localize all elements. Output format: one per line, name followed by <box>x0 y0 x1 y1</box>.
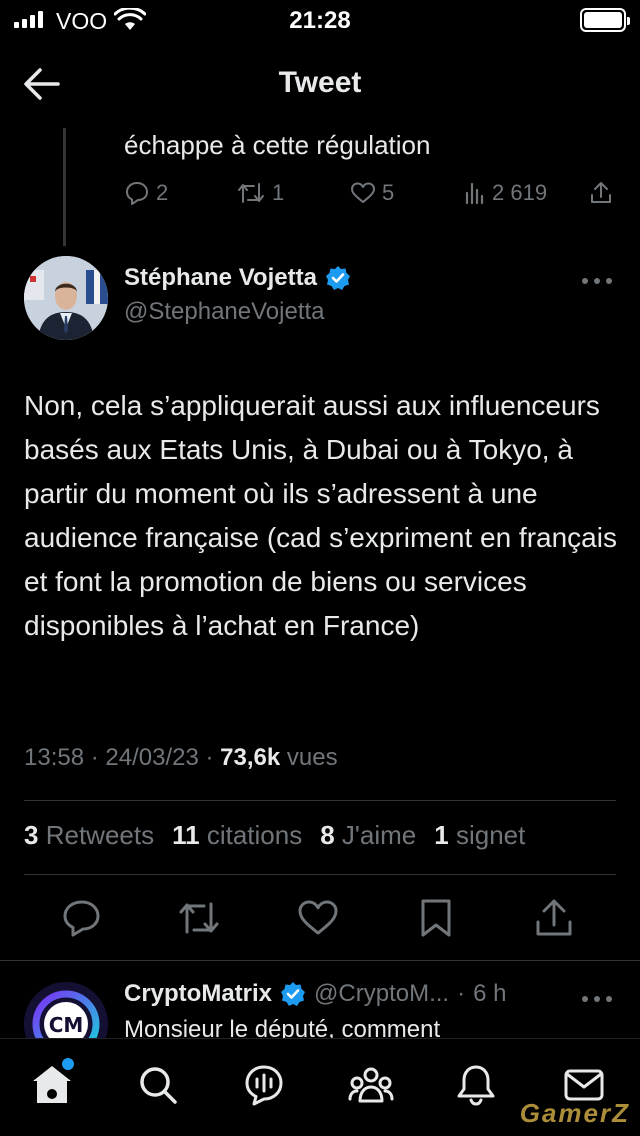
reply-icon <box>126 182 148 205</box>
status-time: 21:28 <box>289 7 351 34</box>
bookmark-icon <box>421 899 451 937</box>
reply-button[interactable] <box>60 896 104 940</box>
more-dot <box>582 996 588 1002</box>
home-notification-dot <box>62 1058 74 1070</box>
tweet-actions <box>0 890 640 946</box>
reply-author-name: CryptoMatrix <box>124 980 273 1007</box>
reply-author-handle: @CryptoM... <box>314 980 450 1007</box>
avatar-photo <box>24 256 108 340</box>
divider <box>24 800 616 801</box>
reply-age: 6 h <box>473 980 507 1007</box>
previous-tweet-actions: 2 1 5 2 619 <box>124 180 618 212</box>
like-icon <box>298 900 338 935</box>
header: Tweet <box>0 40 640 128</box>
quotes-label: citations <box>206 820 303 850</box>
retweet-icon <box>179 902 219 934</box>
reply-text[interactable]: Monsieur le député, comment <box>124 1016 594 1038</box>
quotes-stat[interactable]: 11 citations <box>172 820 302 851</box>
tweet-metadata: 13:58 · 24/03/23 · 73,6k vues <box>24 744 338 771</box>
tweet-time: 13:58 <box>24 744 85 771</box>
author-avatar[interactable] <box>24 256 108 340</box>
reply-separator: · <box>457 980 466 1007</box>
prev-retweet-button[interactable]: 1 <box>236 180 284 206</box>
more-dot <box>594 278 600 284</box>
like-icon <box>351 182 375 203</box>
svg-text:CM: CM <box>49 1013 84 1037</box>
tab-notifications[interactable] <box>454 1063 498 1107</box>
share-icon <box>536 899 572 936</box>
tab-spaces[interactable] <box>242 1063 286 1107</box>
tweet-views-label[interactable]: vues <box>287 744 338 771</box>
retweets-count: 3 <box>24 820 39 850</box>
tab-communities[interactable] <box>348 1063 394 1107</box>
prev-like-count: 5 <box>382 180 395 205</box>
more-dot <box>606 278 612 284</box>
watermark: GamerZ <box>519 1098 630 1128</box>
search-icon <box>140 1067 177 1104</box>
prev-retweet-count: 1 <box>272 180 285 205</box>
prev-share-button[interactable] <box>588 180 614 206</box>
reply-more-options-button[interactable] <box>582 986 614 1010</box>
status-bar: VOO 21:28 <box>0 0 640 40</box>
prev-reply-button[interactable]: 2 <box>124 180 168 206</box>
more-dot <box>594 996 600 1002</box>
author-name: Stéphane Vojetta <box>124 264 317 291</box>
prev-views-count: 2 619 <box>492 180 548 205</box>
tweet-text: Non, cela s’appliquerait aussi aux influ… <box>24 390 617 641</box>
share-button[interactable] <box>532 896 576 940</box>
retweets-stat[interactable]: 3 Retweets <box>24 820 154 851</box>
communities-icon <box>348 1067 394 1103</box>
verified-icon <box>325 266 350 290</box>
retweet-button[interactable] <box>177 896 221 940</box>
likes-stat[interactable]: 8 J'aime <box>320 820 416 851</box>
tweet-date: 24/03/23 <box>105 744 199 771</box>
author-name-row[interactable]: Stéphane Vojetta <box>124 264 351 292</box>
thread-line <box>63 128 66 246</box>
prev-reply-count: 2 <box>156 180 169 205</box>
bookmarks-stat[interactable]: 1 signet <box>434 820 525 851</box>
like-button[interactable] <box>296 896 340 940</box>
more-dot <box>582 278 588 284</box>
prev-views-button[interactable]: 2 619 <box>464 180 547 206</box>
battery-icon <box>580 8 630 32</box>
divider <box>0 960 640 961</box>
likes-label: J'aime <box>341 820 417 850</box>
reply-icon <box>63 900 100 937</box>
tab-search[interactable] <box>136 1063 180 1107</box>
tweet-views-count: 73,6k <box>220 744 281 771</box>
retweets-label: Retweets <box>45 820 155 850</box>
bookmarks-count: 1 <box>434 820 449 850</box>
notifications-icon <box>457 1065 495 1106</box>
bookmarks-label: signet <box>455 820 526 850</box>
more-options-button[interactable] <box>582 268 614 292</box>
prev-like-button[interactable]: 5 <box>350 180 394 206</box>
likes-count: 8 <box>320 820 335 850</box>
verified-icon <box>281 982 306 1006</box>
spaces-icon <box>245 1065 283 1106</box>
share-icon <box>591 182 611 203</box>
quotes-count: 11 <box>172 820 200 850</box>
previous-tweet-text: échappe à cette régulation <box>124 130 431 160</box>
views-icon <box>465 182 484 205</box>
reply-author-row[interactable]: CryptoMatrix @CryptoM... · 6 h <box>124 980 506 1008</box>
tweet-stats: 3 Retweets 11 citations 8 J'aime 1 signe… <box>24 820 525 851</box>
page-title: Tweet <box>278 66 362 99</box>
author-handle[interactable]: @StephaneVojetta <box>124 298 325 326</box>
bookmark-button[interactable] <box>414 896 458 940</box>
more-dot <box>606 996 612 1002</box>
retweet-icon <box>238 183 264 203</box>
divider <box>24 874 616 875</box>
